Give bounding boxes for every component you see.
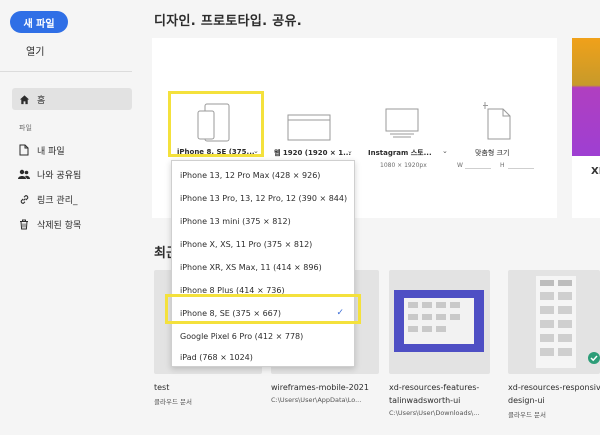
dropdown-item[interactable]: iPad (768 × 1024): [172, 346, 354, 369]
dropdown-item[interactable]: Google Pixel 6 Pro (412 × 778): [172, 325, 354, 348]
sidebar-item-shared[interactable]: 나와 공유됨: [12, 163, 132, 185]
sidebar-divider: [0, 71, 132, 72]
file-name-line2[interactable]: talinwadsworth-ui: [389, 396, 460, 405]
open-link[interactable]: 열기: [26, 43, 44, 58]
wireframe-preview: [394, 290, 484, 352]
trash-icon: [18, 218, 30, 230]
preset-label: 맞춤형 크기: [475, 149, 510, 157]
promo-label: XI: [591, 166, 600, 177]
file-thumbnail[interactable]: [508, 270, 600, 374]
page-title: 디자인. 프로토타입. 공유.: [154, 14, 302, 29]
section-label-files: 파일: [19, 124, 32, 132]
sidebar-item-home[interactable]: 홈: [12, 88, 132, 110]
file-location: 클라우드 문서: [154, 398, 192, 406]
width-label: W: [457, 162, 463, 169]
height-label: H: [500, 162, 505, 169]
selected-item-highlight: [165, 294, 361, 324]
home-icon: [18, 93, 30, 105]
chevron-down-icon[interactable]: ⌄: [442, 147, 448, 155]
file-location: 클라우드 문서: [508, 411, 546, 419]
file-location: C:\Users\User\Downloads\...: [389, 409, 480, 417]
dropdown-item[interactable]: iPhone 13 mini (375 × 812): [172, 210, 354, 233]
tablet-preset-icon: [385, 108, 419, 138]
file-name[interactable]: xd-resources-features-: [389, 383, 479, 392]
file-thumbnail[interactable]: [389, 270, 490, 374]
file-name[interactable]: xd-resources-responsiv: [508, 383, 600, 392]
selected-preset-highlight: [168, 91, 264, 157]
width-input[interactable]: [465, 168, 491, 169]
chevron-down-icon[interactable]: ⌄: [347, 147, 353, 155]
preset-sub: 1080 × 1920px: [380, 162, 427, 169]
link-icon: [18, 193, 30, 205]
sidebar-item-label: 링크 관리_: [37, 195, 78, 206]
custom-size-icon: [483, 102, 511, 140]
dropdown-item[interactable]: iPhone XR, XS Max, 11 (414 × 896): [172, 256, 354, 279]
sidebar-item-manage-links[interactable]: 링크 관리_: [12, 188, 132, 210]
sidebar-item-label: 삭제된 항목: [37, 220, 82, 231]
dropdown-item[interactable]: iPhone 13, 12 Pro Max (428 × 926): [172, 164, 354, 187]
promo-image[interactable]: [572, 38, 600, 156]
sidebar-item-label: 홈: [37, 95, 46, 106]
document-icon: [18, 144, 30, 156]
sidebar-item-label: 내 파일: [37, 146, 65, 157]
preset-size-dropdown: iPhone 13, 12 Pro Max (428 × 926) iPhone…: [171, 160, 355, 367]
sidebar-item-label: 나와 공유됨: [37, 170, 82, 181]
sidebar-item-deleted[interactable]: 삭제된 항목: [12, 213, 132, 235]
new-file-button[interactable]: 새 파일: [10, 11, 68, 33]
file-name[interactable]: test: [154, 383, 169, 392]
dropdown-item[interactable]: iPhone X, XS, 11 Pro (375 × 812): [172, 233, 354, 256]
file-location: C:\Users\User\AppData\Lo...: [271, 396, 362, 404]
dropdown-item[interactable]: iPhone 13 Pro, 13, 12 Pro, 12 (390 × 844…: [172, 187, 354, 210]
users-icon: [18, 168, 30, 180]
sidebar: 새 파일 열기 홈 파일 내 파일 나와 공유됨 링크 관리_ 삭제된 항목: [0, 0, 142, 435]
height-input[interactable]: [508, 168, 534, 169]
sidebar-item-my-files[interactable]: 내 파일: [12, 139, 132, 161]
preset-label: Instagram 스토...: [368, 149, 432, 157]
web-preset-icon: [287, 114, 331, 141]
file-name[interactable]: wireframes-mobile-2021: [271, 383, 369, 392]
preset-label: 웹 1920 (1920 × 1...: [274, 149, 352, 157]
responsive-preview: [536, 276, 576, 368]
file-name-line2[interactable]: design-ui: [508, 396, 545, 405]
synced-check-icon: [588, 352, 600, 364]
